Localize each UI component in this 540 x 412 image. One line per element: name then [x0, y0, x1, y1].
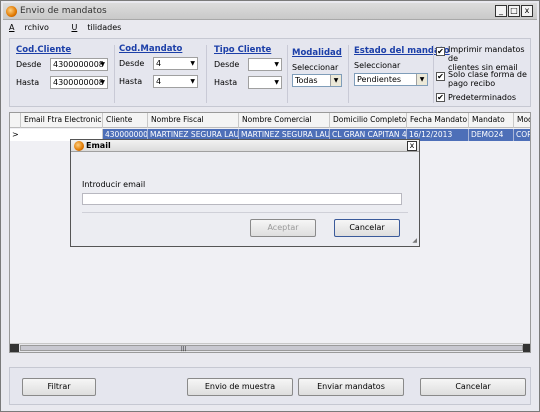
menu-archivo[interactable]: Archivo — [9, 23, 59, 32]
modalidad-sub-label: Seleccionar — [292, 63, 339, 72]
chevron-down-icon: ▼ — [330, 75, 341, 86]
close-button[interactable]: x — [521, 5, 533, 17]
cancelar-button[interactable]: Cancelar — [420, 378, 526, 396]
group-divider — [206, 45, 207, 103]
group-divider — [114, 45, 115, 103]
column-header[interactable]: Moda — [514, 113, 530, 128]
solo-clase-recibo-label: Solo clase forma de pago recibo — [448, 70, 527, 88]
aceptar-button[interactable]: Aceptar — [250, 219, 316, 237]
dialog-cancelar-button[interactable]: Cancelar — [334, 219, 400, 237]
cod-mandato-desde-field[interactable]: 4 ▼ — [153, 57, 198, 70]
app-logo-icon — [74, 141, 84, 151]
filtrar-button[interactable]: Filtrar — [22, 378, 96, 396]
tipo-cliente-hasta-field[interactable]: ▼ — [248, 76, 282, 89]
tipo-cliente-hasta-label: Hasta — [214, 78, 238, 87]
group-divider — [287, 45, 288, 103]
column-header[interactable]: Mandato — [469, 113, 514, 128]
predeterminados-checkbox[interactable]: ✔ — [436, 93, 445, 102]
solo-clase-recibo-checkbox[interactable]: ✔ — [436, 72, 445, 81]
column-header[interactable]: Cliente — [103, 113, 148, 128]
column-header[interactable]: Email Ftra Electronica — [21, 113, 103, 128]
chevron-down-icon: ▼ — [100, 61, 105, 68]
dialog-divider — [82, 212, 408, 213]
chevron-down-icon: ▼ — [190, 60, 195, 67]
cod-mandato-hasta-label: Hasta — [119, 77, 143, 86]
cod-cliente-hasta-field[interactable]: 4300000008 ▼ — [50, 76, 108, 89]
scroll-right-button[interactable] — [523, 344, 530, 352]
cod-mandato-title: Cod.Mandato — [119, 44, 183, 54]
tipo-cliente-title: Tipo Cliente — [214, 45, 272, 55]
predeterminados-label: Predeterminados — [448, 93, 517, 102]
estado-select[interactable]: Pendientes ▼ — [354, 73, 428, 86]
scroll-thumb[interactable]: ||| — [20, 345, 523, 352]
dialog-title-bar: Email x — [71, 140, 419, 152]
imprimir-sin-email-label: Imprimir mandatos de clientes sin email — [448, 45, 525, 72]
cod-cliente-desde-label: Desde — [16, 60, 42, 69]
envio-muestra-button[interactable]: Envio de muestra — [187, 378, 293, 396]
current-row-indicator-icon: > — [10, 129, 20, 141]
tipo-cliente-desde-field[interactable]: ▼ — [248, 58, 282, 71]
window-title: Envio de mandatos — [20, 6, 107, 16]
modalidad-title: Modalidad — [292, 48, 342, 58]
estado-sub-label: Seleccionar — [354, 61, 401, 70]
grid-header: Email Ftra Electronica Cliente Nombre Fi… — [10, 113, 530, 128]
group-divider — [433, 45, 434, 103]
cod-mandato-hasta-field[interactable]: 4 ▼ — [153, 75, 198, 88]
checkmark-icon: ✔ — [437, 47, 444, 56]
enviar-mandatos-button[interactable]: Enviar mandatos — [298, 378, 404, 396]
chevron-down-icon: ▼ — [416, 74, 427, 85]
scroll-left-button[interactable] — [10, 344, 19, 352]
column-header[interactable]: Domicilio Completo — [330, 113, 407, 128]
cod-mandato-desde-label: Desde — [119, 59, 145, 68]
chevron-down-icon: ▼ — [100, 79, 105, 86]
cell-mandato[interactable]: DEMO24 — [469, 129, 514, 141]
main-window: Envio de mandatos _ □ x Archivo Utilidades… — [0, 0, 540, 412]
maximize-button[interactable]: □ — [508, 5, 520, 17]
checkmark-icon: ✔ — [437, 72, 444, 81]
group-divider — [348, 45, 349, 103]
menu-bar: Archivo Utilidades — [9, 23, 141, 37]
cod-cliente-hasta-label: Hasta — [16, 78, 40, 87]
modalidad-select[interactable]: Todas ▼ — [292, 74, 342, 87]
imprimir-sin-email-checkbox[interactable]: ✔ — [436, 47, 445, 56]
horizontal-scrollbar[interactable]: ||| — [10, 343, 530, 352]
app-logo-icon — [6, 6, 17, 17]
email-input[interactable] — [82, 193, 402, 205]
chevron-down-icon: ▼ — [274, 79, 279, 86]
email-dialog: Email x Introducir email Aceptar Cancela… — [70, 139, 420, 247]
filter-panel: Cod.Cliente Desde 4300000008 ▼ Hasta 4300… — [9, 38, 531, 107]
minimize-button[interactable]: _ — [495, 5, 507, 17]
resize-grip-icon[interactable]: ◢ — [412, 237, 417, 244]
email-prompt-label: Introducir email — [82, 180, 146, 189]
checkmark-icon: ✔ — [437, 93, 444, 102]
grip-icon: ||| — [181, 346, 187, 352]
action-panel: Filtrar Envio de muestra Enviar mandatos… — [9, 367, 531, 405]
menu-utilidades[interactable]: Utilidades — [71, 23, 131, 32]
tipo-cliente-desde-label: Desde — [214, 60, 240, 69]
cod-cliente-title: Cod.Cliente — [16, 45, 72, 55]
chevron-down-icon: ▼ — [274, 61, 279, 68]
cell-modalidad[interactable]: COR — [514, 129, 530, 141]
chevron-down-icon: ▼ — [190, 78, 195, 85]
column-header[interactable]: Nombre Fiscal — [148, 113, 239, 128]
column-header[interactable]: Fecha Mandato — [407, 113, 469, 128]
dialog-close-button[interactable]: x — [407, 141, 417, 151]
cod-cliente-desde-field[interactable]: 4300000008 ▼ — [50, 58, 108, 71]
title-bar: Envio de mandatos _ □ x — [3, 3, 537, 20]
column-header[interactable]: Nombre Comercial — [239, 113, 330, 128]
dialog-title: Email — [86, 141, 111, 150]
row-selector-header — [10, 113, 21, 128]
